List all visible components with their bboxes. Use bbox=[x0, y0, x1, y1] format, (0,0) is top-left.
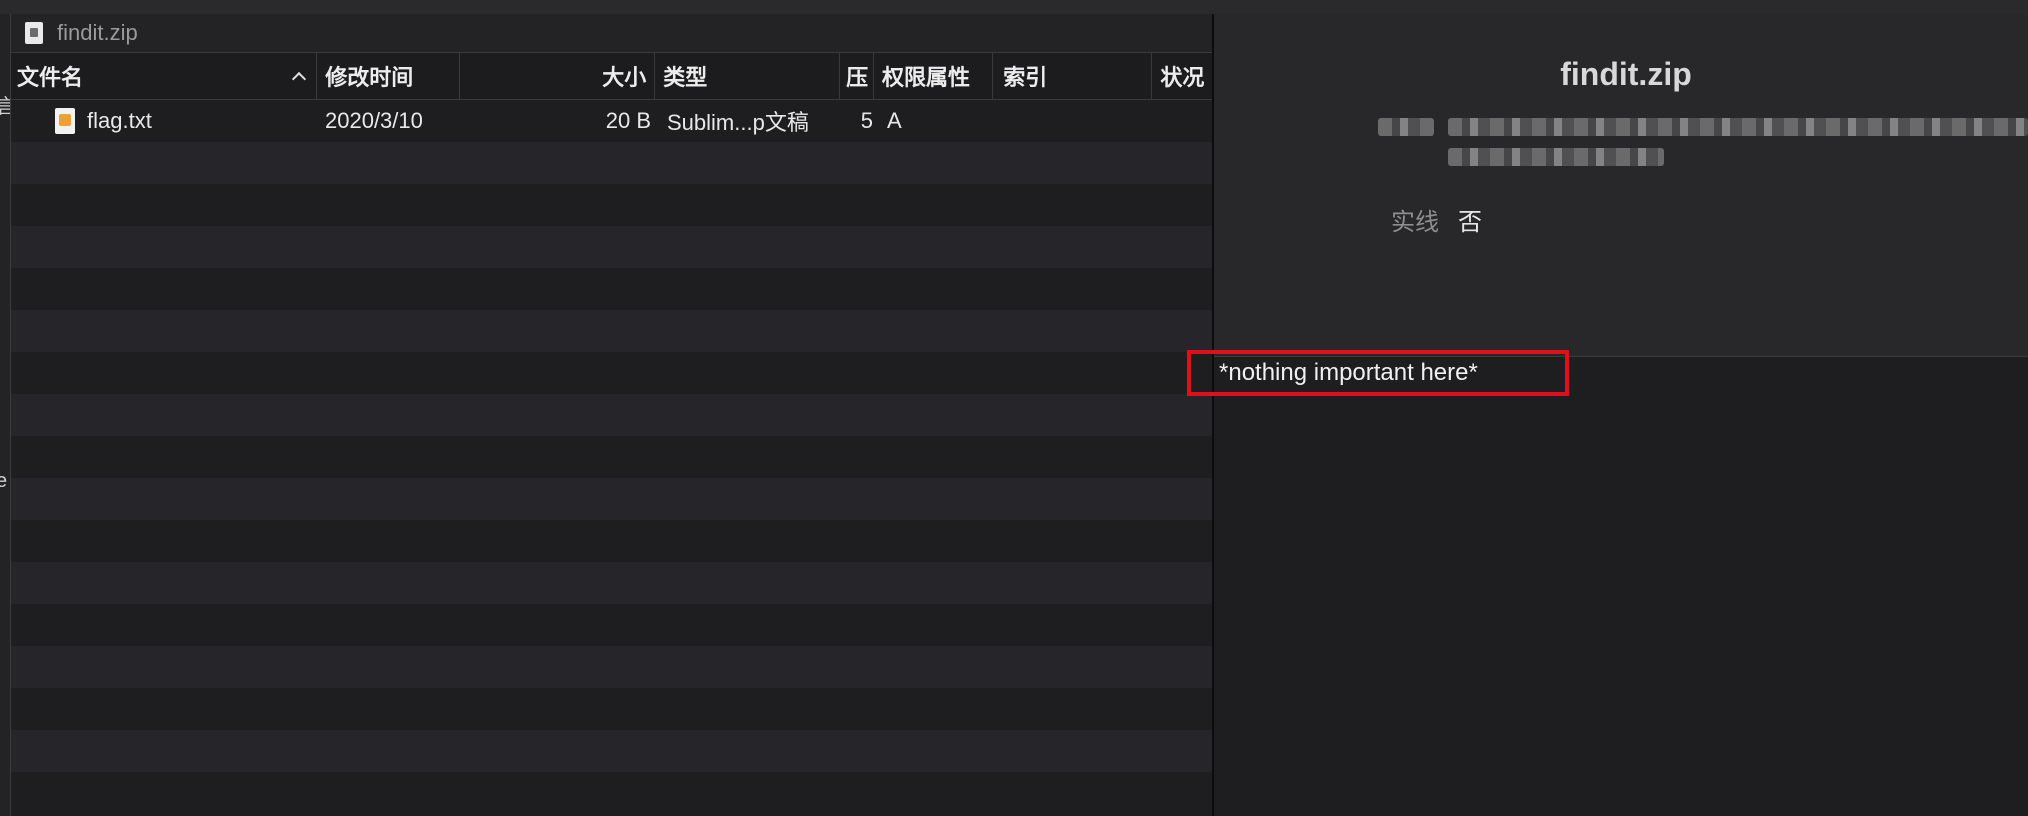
chevron-up-icon[interactable] bbox=[292, 69, 306, 83]
column-header-permissions-label: 权限属性 bbox=[881, 65, 970, 90]
file-date-cell: 2020/3/10 bbox=[325, 108, 423, 133]
archive-comment-text: *nothing important here* bbox=[1219, 359, 1478, 386]
window-top-strip bbox=[0, 0, 2028, 15]
empty-row bbox=[11, 688, 1212, 730]
column-header-type[interactable]: 类型 bbox=[655, 53, 841, 99]
file-list-pane: findit.zip 文件名 修改时间 大小 类型 压 权限属性 索引 状况 f… bbox=[11, 14, 1212, 816]
file-list: flag.txt 2020/3/10 20 B Sublim...p文稿 5 A bbox=[11, 100, 1212, 814]
empty-row bbox=[11, 562, 1212, 604]
blurred-info-text bbox=[1448, 148, 1664, 166]
empty-row bbox=[11, 352, 1212, 394]
empty-row bbox=[11, 604, 1212, 646]
path-label: findit.zip bbox=[57, 20, 138, 45]
column-header-date-label: 修改时间 bbox=[325, 65, 414, 90]
file-name-cell: flag.txt bbox=[11, 100, 319, 142]
comment-pane[interactable] bbox=[1214, 357, 2028, 816]
empty-row bbox=[11, 226, 1212, 268]
file-size-cell: 20 B bbox=[605, 108, 651, 133]
empty-row bbox=[11, 520, 1212, 562]
column-header-name-label: 文件名 bbox=[17, 65, 84, 90]
empty-row bbox=[11, 730, 1212, 772]
sidebar-cut-text-1: 言 bbox=[0, 90, 10, 119]
sidebar-cut-text-2: e bbox=[0, 470, 7, 493]
left-sidebar-edge: 言 e . bbox=[0, 14, 11, 816]
column-header-size-label: 大小 bbox=[602, 65, 647, 90]
column-header-ratio-label: 压 bbox=[846, 65, 869, 90]
column-header-name[interactable]: 文件名 bbox=[11, 53, 318, 99]
blurred-info-text bbox=[1378, 118, 1434, 136]
sublime-text-file-icon bbox=[55, 108, 75, 134]
empty-row bbox=[11, 184, 1212, 226]
file-type-cell: Sublim...p文稿 bbox=[667, 110, 809, 135]
blurred-info-text bbox=[1448, 118, 2028, 136]
column-header-type-label: 类型 bbox=[663, 65, 708, 90]
empty-row bbox=[11, 394, 1212, 436]
archive-viewer-window: 言 e . findit.zip 文件名 修改时间 大小 类型 压 bbox=[0, 0, 2028, 816]
archive-comment: *nothing important here* bbox=[1187, 350, 1569, 396]
empty-row bbox=[11, 646, 1212, 688]
empty-row bbox=[11, 142, 1212, 184]
empty-row bbox=[11, 772, 1212, 814]
empty-row bbox=[11, 478, 1212, 520]
path-bar[interactable]: findit.zip bbox=[11, 14, 1212, 53]
column-header-row: 文件名 修改时间 大小 类型 压 权限属性 索引 状况 bbox=[11, 53, 1212, 100]
table-row[interactable]: flag.txt 2020/3/10 20 B Sublim...p文稿 5 A bbox=[11, 100, 1212, 142]
sidebar-cut-text-3: . bbox=[0, 568, 2, 591]
column-header-date[interactable]: 修改时间 bbox=[317, 53, 461, 99]
file-permissions-cell: A bbox=[887, 108, 902, 133]
empty-row bbox=[11, 436, 1212, 478]
empty-row bbox=[11, 310, 1212, 352]
column-header-status-label: 状况 bbox=[1160, 65, 1205, 90]
column-header-status[interactable]: 状况 bbox=[1152, 53, 1212, 99]
solid-archive-value: 否 bbox=[1458, 209, 1482, 236]
column-header-index[interactable]: 索引 bbox=[993, 53, 1153, 99]
archive-info-pane: findit.zip 实线 否 bbox=[1214, 14, 2028, 357]
column-header-size[interactable]: 大小 bbox=[460, 53, 656, 99]
empty-row bbox=[11, 268, 1212, 310]
file-name: flag.txt bbox=[87, 108, 152, 133]
column-header-index-label: 索引 bbox=[1003, 65, 1048, 90]
column-header-permissions[interactable]: 权限属性 bbox=[874, 53, 994, 99]
solid-archive-label: 实线 bbox=[1391, 209, 1439, 236]
file-ratio-cell: 5 bbox=[860, 108, 873, 133]
column-header-ratio[interactable]: 压 bbox=[840, 53, 874, 99]
archive-title: findit.zip bbox=[1560, 56, 1692, 92]
zip-file-icon bbox=[25, 22, 43, 44]
